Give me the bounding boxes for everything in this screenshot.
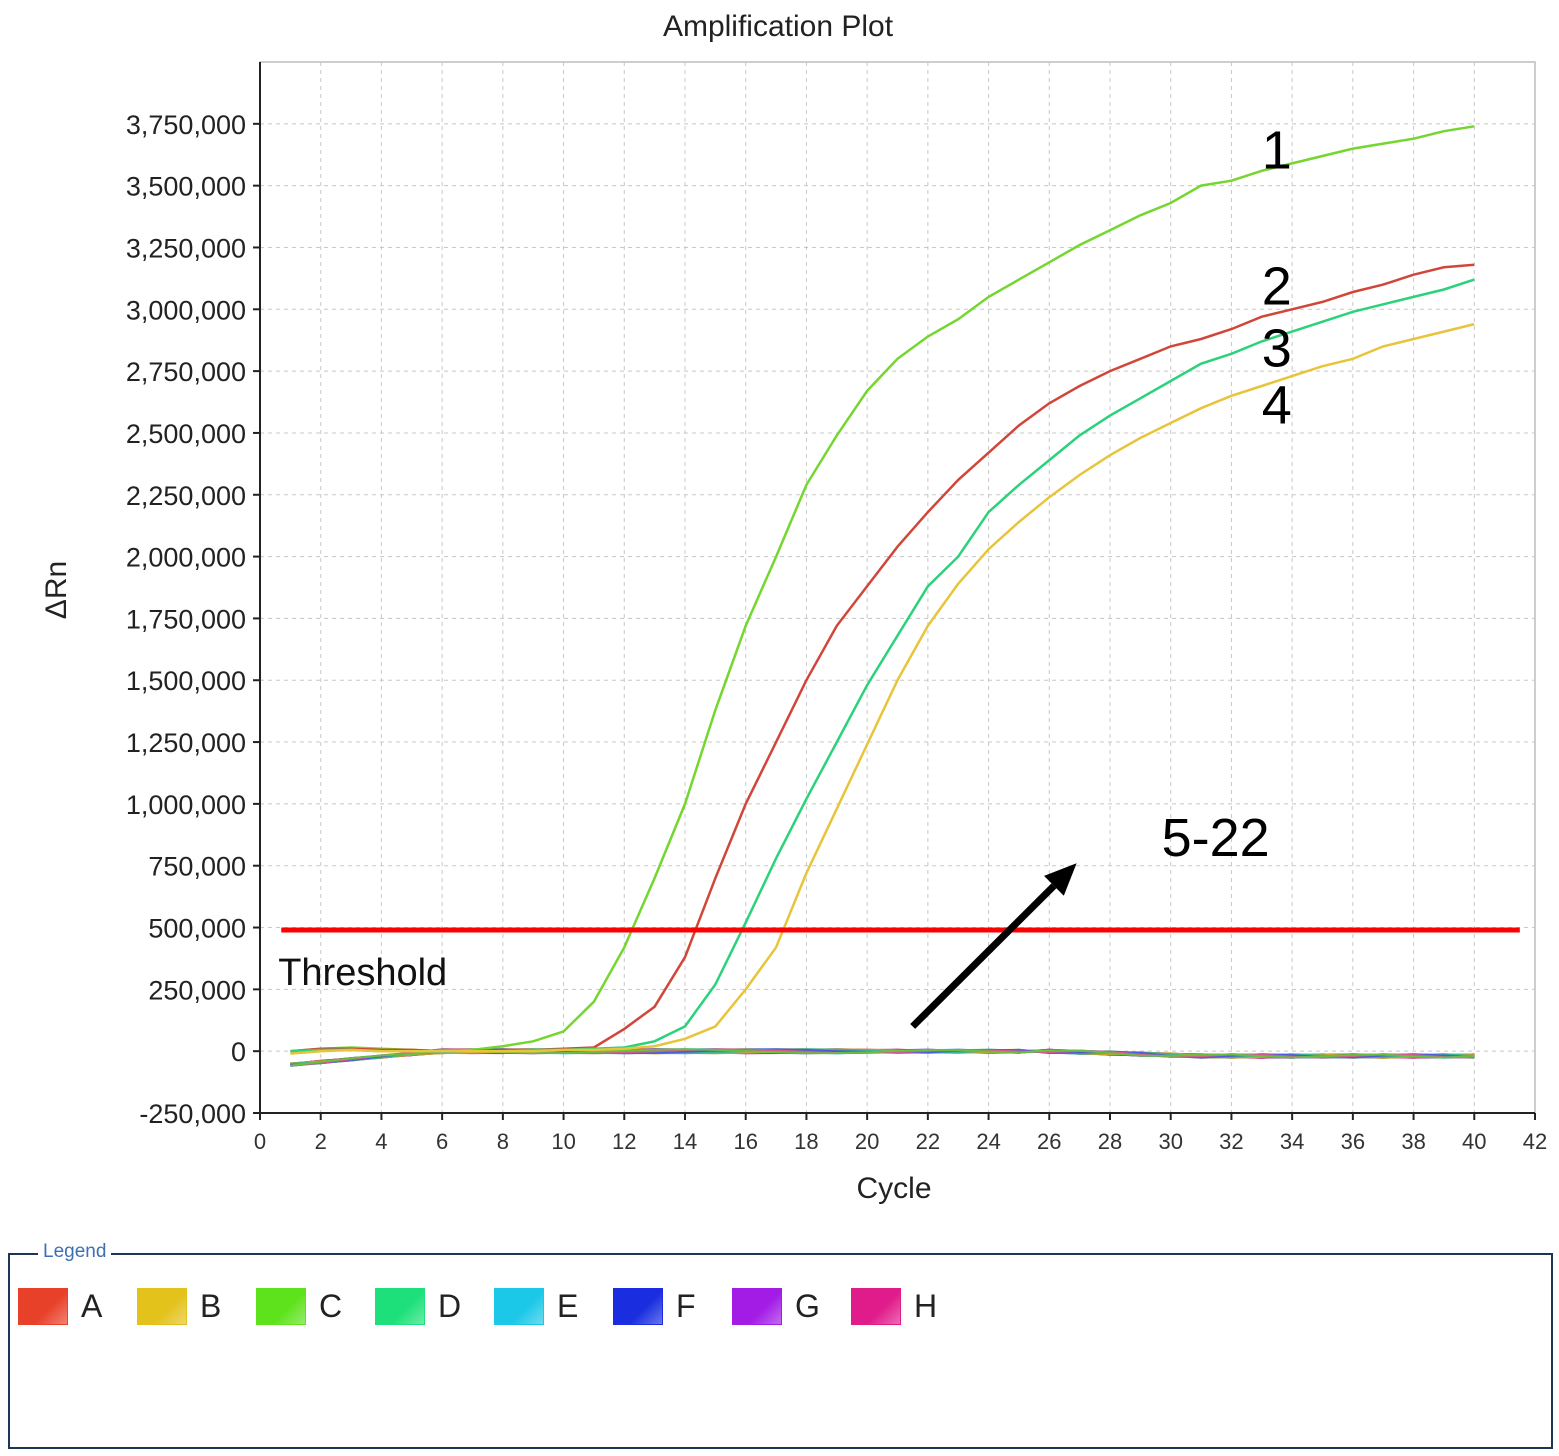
legend-title: Legend: [38, 1241, 112, 1263]
x-axis-label: Cycle: [856, 1172, 931, 1205]
curve-annotation: 5-22: [1162, 808, 1270, 868]
x-tick-label: 26: [1037, 1129, 1061, 1154]
legend-item-F: F: [613, 1288, 732, 1325]
legend-items: A B C D E F G H: [18, 1288, 970, 1325]
x-tick-label: 0: [254, 1129, 266, 1154]
legend-label: G: [795, 1288, 820, 1324]
legend-swatch: [494, 1288, 544, 1325]
y-tick-label: 500,000: [148, 914, 246, 944]
x-tick-label: 40: [1462, 1129, 1486, 1154]
legend-label: H: [914, 1288, 938, 1324]
legend-swatch: [137, 1288, 187, 1325]
curve-annotation: 2: [1262, 257, 1292, 317]
y-tick-label: 1,000,000: [126, 790, 246, 820]
legend-label: B: [200, 1288, 222, 1324]
x-tick-label: 22: [916, 1129, 940, 1154]
legend-swatch: [375, 1288, 425, 1325]
threshold-label: Threshold: [278, 952, 447, 994]
y-tick-label: 2,500,000: [126, 419, 246, 449]
x-tick-label: 4: [375, 1129, 387, 1154]
y-axis-label: ΔRn: [40, 561, 73, 619]
legend-item-H: H: [851, 1288, 970, 1325]
y-tick-label: 1,500,000: [126, 666, 246, 696]
x-tick-label: 28: [1098, 1129, 1122, 1154]
x-tick-label: 18: [794, 1129, 818, 1154]
plot-area: [259, 61, 1536, 1114]
legend-label: A: [81, 1288, 103, 1324]
x-tick-label: 12: [612, 1129, 636, 1154]
y-tick-label: 1,750,000: [126, 604, 246, 634]
x-tick-label: 2: [315, 1129, 327, 1154]
curve-annotation: 1: [1262, 121, 1292, 181]
x-tick-label: 14: [673, 1129, 697, 1154]
y-tick-label: 3,750,000: [126, 110, 246, 140]
legend-swatch: [18, 1288, 68, 1325]
legend-item-B: B: [137, 1288, 256, 1325]
legend-panel: Legend A B C D E F G H: [8, 1241, 1553, 1449]
y-tick-label: 0: [231, 1037, 246, 1067]
legend-label: D: [438, 1288, 462, 1324]
chart-title: Amplification Plot: [663, 10, 894, 43]
legend-item-A: A: [18, 1288, 137, 1325]
y-tick-label: 1,250,000: [126, 728, 246, 758]
legend-label: F: [676, 1288, 696, 1324]
x-tick-label: 20: [855, 1129, 879, 1154]
legend-item-C: C: [256, 1288, 375, 1325]
x-tick-label: 6: [436, 1129, 448, 1154]
y-tick-label: 2,000,000: [126, 543, 246, 573]
curve-annotation: 3: [1262, 318, 1292, 378]
x-tick-label: 30: [1158, 1129, 1182, 1154]
legend-item-E: E: [494, 1288, 613, 1325]
x-tick-label: 16: [733, 1129, 757, 1154]
x-tick-label: 36: [1341, 1129, 1365, 1154]
legend-swatch: [732, 1288, 782, 1325]
x-tick-label: 34: [1280, 1129, 1304, 1154]
x-tick-label: 42: [1523, 1129, 1547, 1154]
x-tick-label: 8: [497, 1129, 509, 1154]
legend-swatch: [613, 1288, 663, 1325]
x-tick-label: 38: [1401, 1129, 1425, 1154]
y-tick-label: 750,000: [148, 852, 246, 882]
y-tick-label: -250,000: [139, 1099, 246, 1129]
y-tick-label: 250,000: [148, 975, 246, 1005]
y-tick-label: 2,750,000: [126, 357, 246, 387]
legend-item-G: G: [732, 1288, 851, 1325]
amplification-chart: -250,000 0 250,000 500,000 750,000 1,000,000 1…: [0, 0, 1559, 1225]
legend-label: E: [557, 1288, 579, 1324]
y-tick-label: 3,500,000: [126, 172, 246, 202]
legend-swatch: [851, 1288, 901, 1325]
y-tick-label: 3,000,000: [126, 295, 246, 325]
chart-svg: -250,000 0 250,000 500,000 750,000 1,000,000 1…: [40, 10, 1547, 1205]
curve-annotation: 4: [1262, 375, 1292, 435]
y-tick-label: 2,250,000: [126, 481, 246, 511]
x-tick-label: 24: [976, 1129, 1000, 1154]
y-tick-label: 3,250,000: [126, 233, 246, 263]
legend-swatch: [256, 1288, 306, 1325]
legend-label: C: [319, 1288, 343, 1324]
legend-item-D: D: [375, 1288, 494, 1325]
x-tick-label: 32: [1219, 1129, 1243, 1154]
x-tick-label: 10: [551, 1129, 575, 1154]
